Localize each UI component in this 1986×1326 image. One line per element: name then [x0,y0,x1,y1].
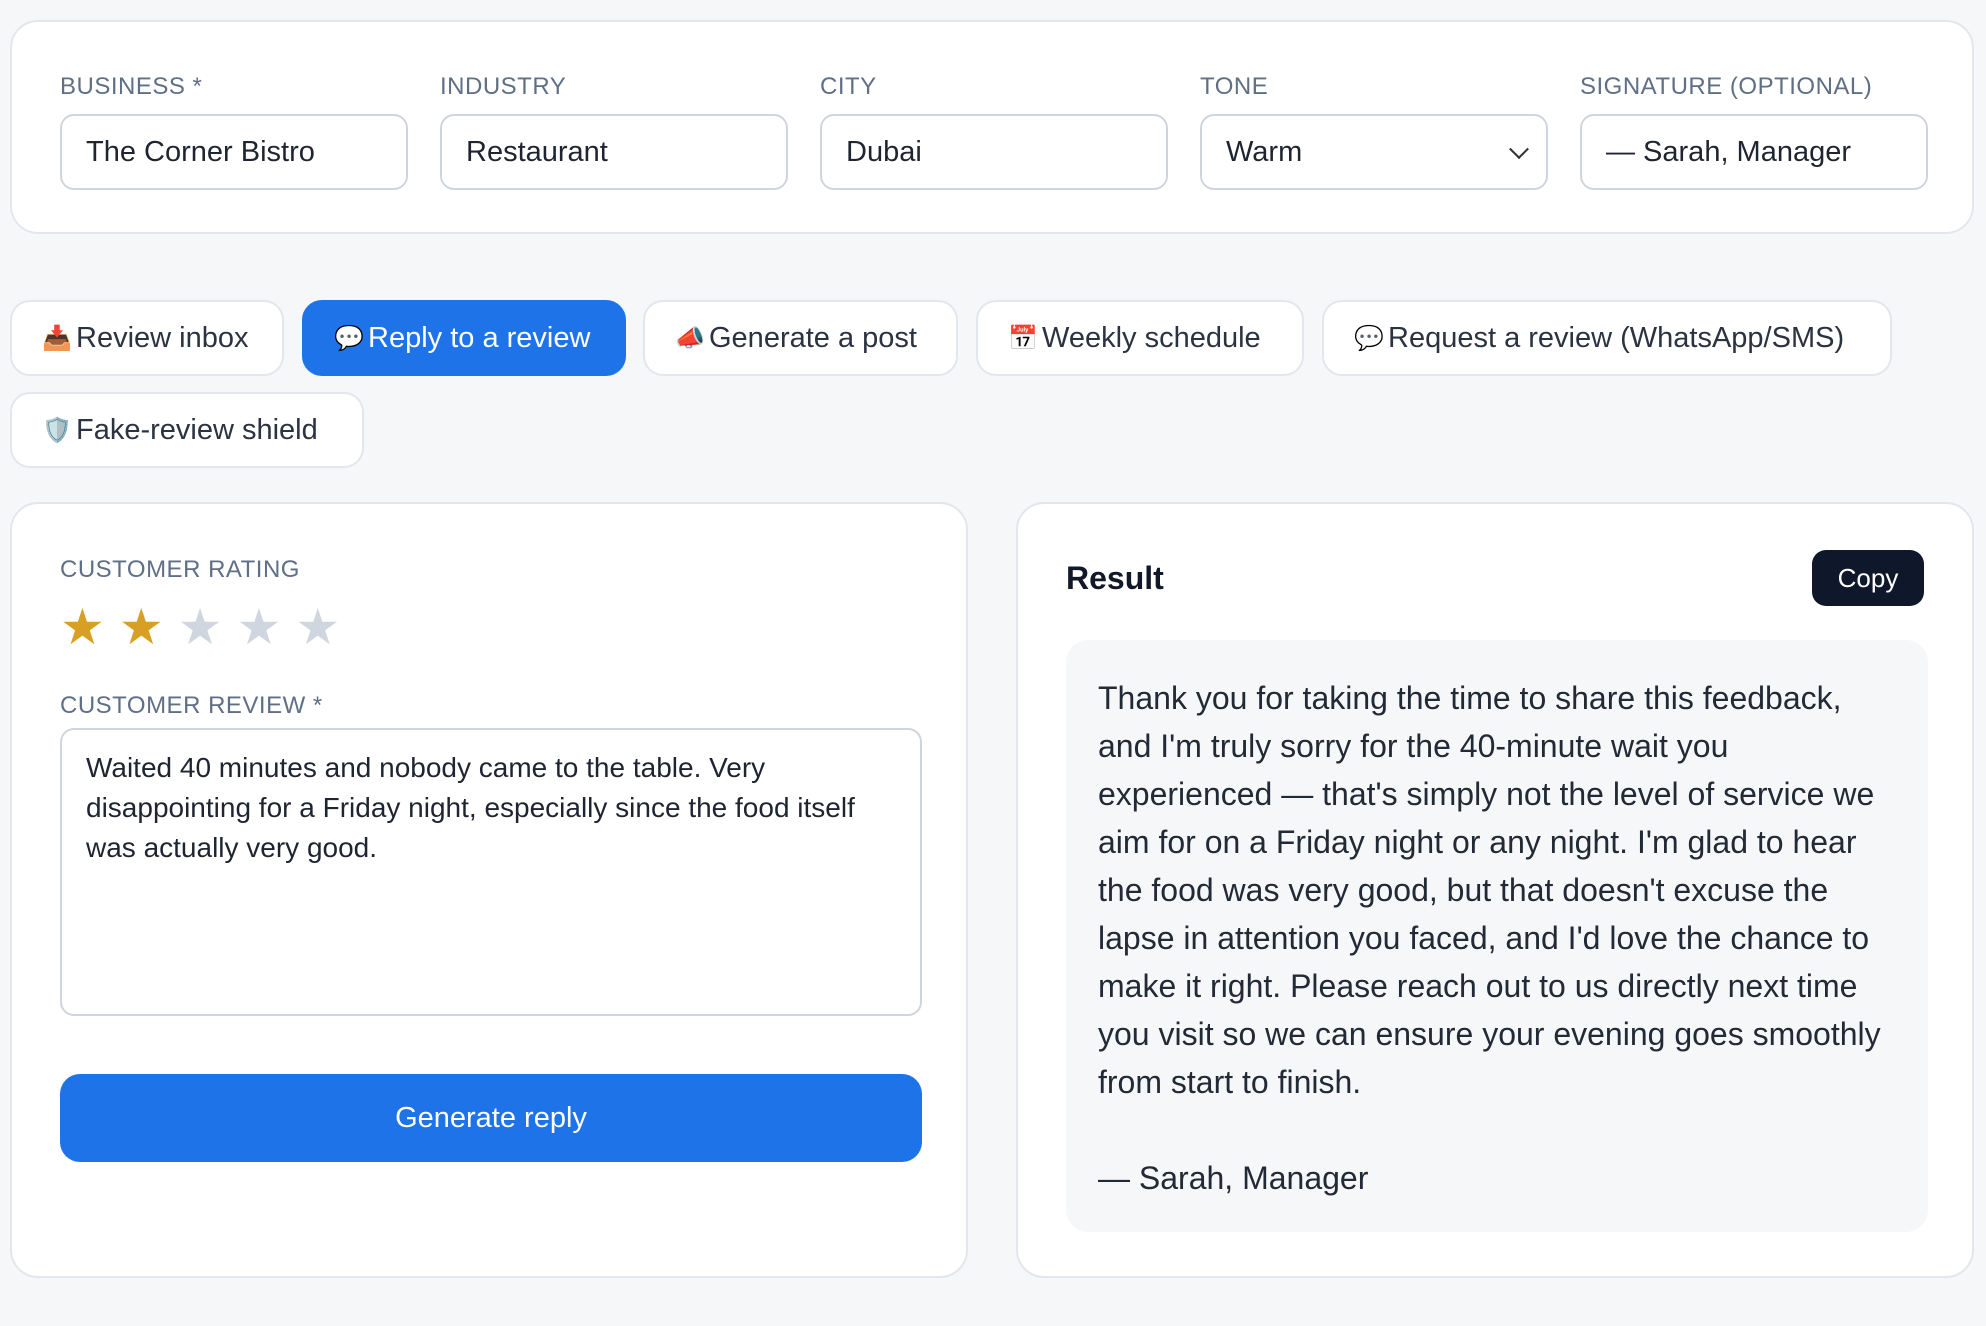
reply-form-panel: CUSTOMER RATING ★ ★ ★ ★ ★ CUSTOMER REVIEW * … [10,502,968,1278]
city-input[interactable]: Dubai [820,114,1168,190]
tab-label: Fake-review shield [76,413,318,446]
signature-field: SIGNATURE (OPTIONAL) — Sarah, Manager [1580,72,1928,190]
industry-field: INDUSTRY Restaurant [440,72,788,190]
result-panel: Result Copy Thank you for taking the tim… [1016,502,1974,1278]
generate-reply-button[interactable]: Generate reply [60,1074,922,1162]
business-label: BUSINESS * [60,73,203,100]
tab-label: Reply to a review [368,321,591,354]
business-field: BUSINESS * The Corner Bistro [60,72,408,190]
customer-rating-label: CUSTOMER RATING [60,556,300,583]
tab-generate-post[interactable]: 📣 Generate a post [643,300,958,376]
tone-value: Warm [1226,135,1303,168]
industry-input[interactable]: Restaurant [440,114,788,190]
result-body: Thank you for taking the time to share t… [1098,680,1881,1100]
speech-bubble-icon: 💬 [1354,324,1384,352]
tab-request-review[interactable]: 💬 Request a review (WhatsApp/SMS) [1322,300,1892,376]
industry-label: INDUSTRY [440,73,567,100]
tone-field: TONE Warm [1200,72,1548,190]
inbox-tray-icon: 📥 [42,324,72,352]
megaphone-icon: 📣 [675,324,705,352]
result-output: Thank you for taking the time to share t… [1066,640,1928,1232]
star-1-icon[interactable]: ★ [60,602,105,652]
star-5-icon[interactable]: ★ [295,602,340,652]
star-2-icon[interactable]: ★ [119,602,164,652]
tab-weekly-schedule[interactable]: 📅 Weekly schedule [976,300,1304,376]
customer-review-label: CUSTOMER REVIEW * [60,692,323,719]
tab-fake-review-shield[interactable]: 🛡️ Fake-review shield [10,392,364,468]
tone-select[interactable]: Warm [1200,114,1548,190]
city-label: CITY [820,73,877,100]
calendar-icon: 📅 [1008,324,1038,352]
tab-review-inbox[interactable]: 📥 Review inbox [10,300,284,376]
tone-label: TONE [1200,73,1269,100]
signature-label: SIGNATURE (OPTIONAL) [1580,73,1873,100]
chevron-down-icon [1509,139,1529,160]
star-rating[interactable]: ★ ★ ★ ★ ★ [60,602,340,652]
star-3-icon[interactable]: ★ [178,602,223,652]
result-title: Result [1066,560,1164,596]
app-page: BUSINESS * The Corner Bistro INDUSTRY Re… [0,0,1986,1326]
city-field: CITY Dubai [820,72,1168,190]
tab-label: Generate a post [709,321,917,354]
signature-input[interactable]: — Sarah, Manager [1580,114,1928,190]
copy-button[interactable]: Copy [1812,550,1924,606]
business-input[interactable]: The Corner Bistro [60,114,408,190]
tab-label: Weekly schedule [1042,321,1261,354]
speech-bubble-icon: 💬 [334,324,364,352]
tab-label: Review inbox [76,321,249,354]
star-4-icon[interactable]: ★ [236,602,281,652]
tab-label: Request a review (WhatsApp/SMS) [1388,321,1845,354]
tab-reply-to-review[interactable]: 💬 Reply to a review [302,300,626,376]
customer-review-textarea[interactable]: Waited 40 minutes and nobody came to the… [60,728,922,1016]
shield-icon: 🛡️ [42,416,72,444]
result-signature: — Sarah, Manager [1098,1160,1369,1196]
business-settings-card: BUSINESS * The Corner Bistro INDUSTRY Re… [10,20,1974,234]
